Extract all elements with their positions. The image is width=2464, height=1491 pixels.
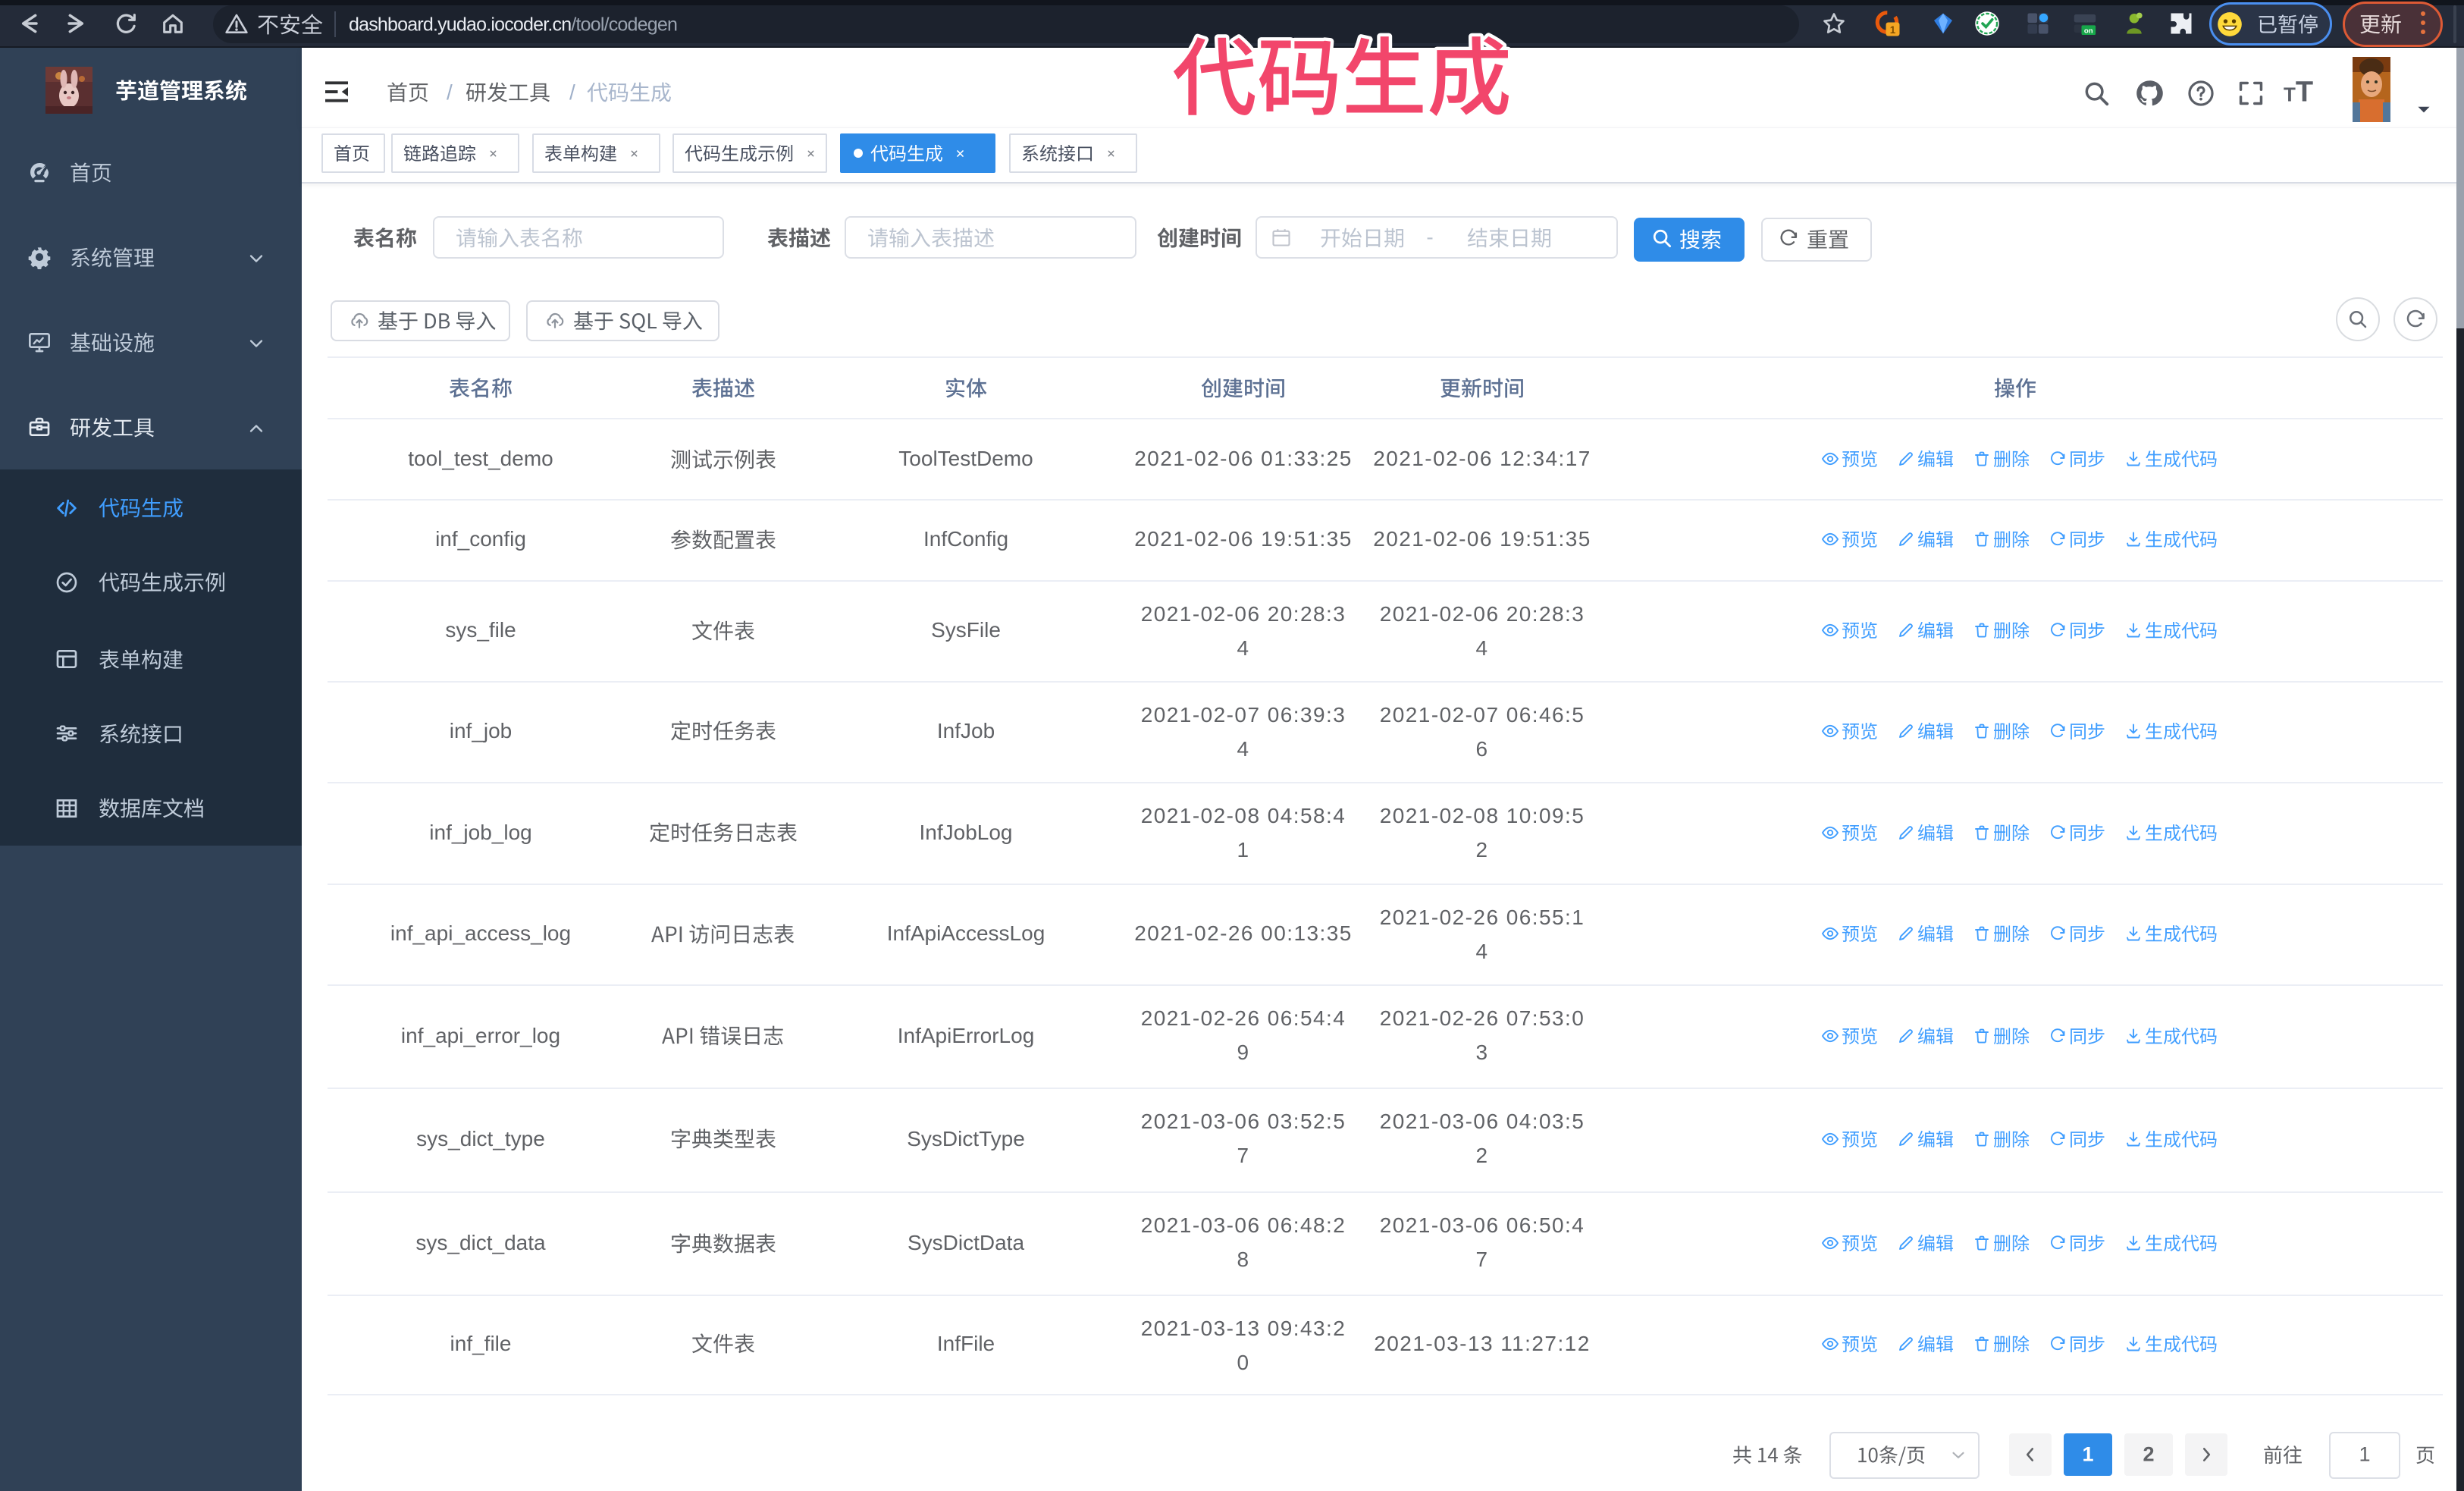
svg-text:on: on <box>2084 27 2093 36</box>
svg-text:1: 1 <box>1890 24 1896 36</box>
